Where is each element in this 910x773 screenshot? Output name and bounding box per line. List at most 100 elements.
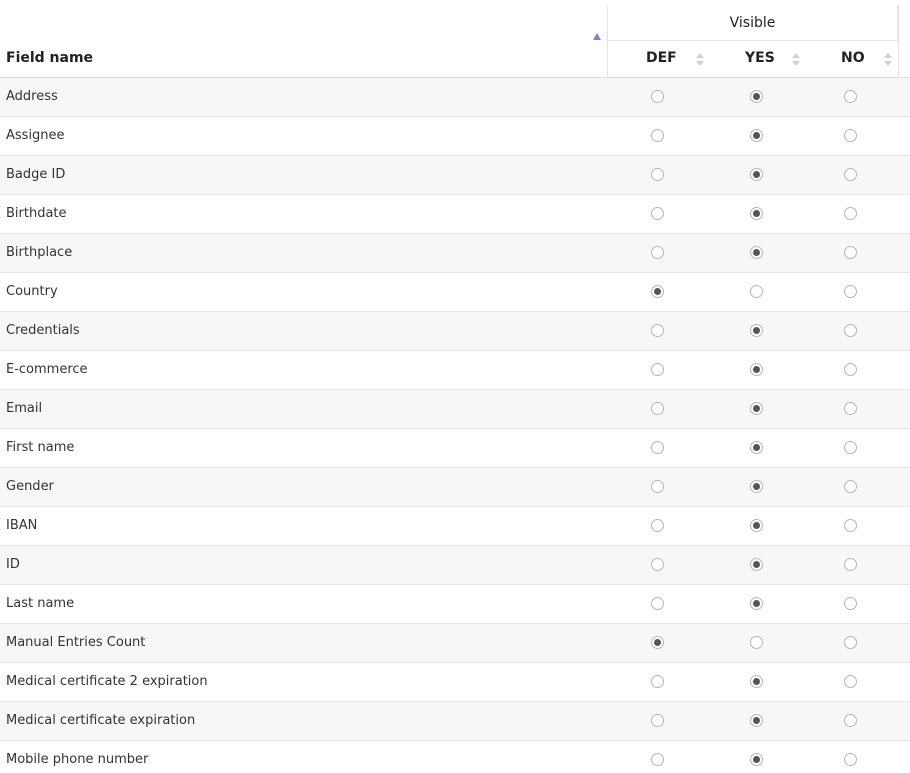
radio-no[interactable] bbox=[844, 285, 857, 298]
radio-def[interactable] bbox=[651, 714, 664, 727]
sort-icon[interactable] bbox=[884, 53, 892, 67]
radio-yes[interactable] bbox=[750, 636, 763, 649]
radio-no[interactable] bbox=[844, 558, 857, 571]
field-name-cell: IBAN bbox=[6, 518, 38, 533]
field-name-cell: Country bbox=[6, 284, 58, 299]
radio-yes[interactable] bbox=[750, 597, 763, 610]
table-row: Email bbox=[0, 390, 910, 429]
sort-icon[interactable] bbox=[792, 53, 800, 67]
column-header-no[interactable]: NO bbox=[841, 50, 865, 66]
radio-def[interactable] bbox=[651, 129, 664, 142]
radio-def[interactable] bbox=[651, 363, 664, 376]
radio-no[interactable] bbox=[844, 714, 857, 727]
visible-group-header: Visible bbox=[607, 5, 898, 41]
radio-def[interactable] bbox=[651, 402, 664, 415]
table-row: Mobile phone number bbox=[0, 741, 910, 773]
radio-no[interactable] bbox=[844, 441, 857, 454]
radio-no[interactable] bbox=[844, 246, 857, 259]
sort-icon[interactable] bbox=[696, 53, 704, 67]
radio-def[interactable] bbox=[651, 441, 664, 454]
table-row: E-commerce bbox=[0, 351, 910, 390]
table-body: Address Assignee Badge ID Birthdate Birthpla… bbox=[0, 78, 910, 773]
radio-no[interactable] bbox=[844, 480, 857, 493]
table-row: Medical certificate expiration bbox=[0, 702, 910, 741]
table-row: Badge ID bbox=[0, 156, 910, 195]
field-name-cell: Email bbox=[6, 401, 43, 416]
radio-yes[interactable] bbox=[750, 168, 763, 181]
radio-no[interactable] bbox=[844, 168, 857, 181]
radio-def[interactable] bbox=[651, 480, 664, 493]
field-name-cell: Address bbox=[6, 89, 58, 104]
table-row: Credentials bbox=[0, 312, 910, 351]
table-row: Manual Entries Count bbox=[0, 624, 910, 663]
radio-yes[interactable] bbox=[750, 363, 763, 376]
radio-no[interactable] bbox=[844, 207, 857, 220]
radio-yes[interactable] bbox=[750, 675, 763, 688]
radio-no[interactable] bbox=[844, 597, 857, 610]
sort-ascending-icon[interactable] bbox=[593, 33, 601, 40]
radio-no[interactable] bbox=[844, 90, 857, 103]
radio-def[interactable] bbox=[651, 675, 664, 688]
column-header-yes[interactable]: YES bbox=[745, 50, 775, 66]
table-row: Country bbox=[0, 273, 910, 312]
field-name-header[interactable]: Field name bbox=[6, 50, 93, 66]
radio-def[interactable] bbox=[651, 207, 664, 220]
field-name-cell: Assignee bbox=[6, 128, 65, 143]
field-name-cell: Birthdate bbox=[6, 206, 67, 221]
radio-no[interactable] bbox=[844, 519, 857, 532]
radio-yes[interactable] bbox=[750, 129, 763, 142]
radio-yes[interactable] bbox=[750, 753, 763, 766]
radio-yes[interactable] bbox=[750, 324, 763, 337]
field-name-cell: Badge ID bbox=[6, 167, 66, 182]
table-row: First name bbox=[0, 429, 910, 468]
radio-def[interactable] bbox=[651, 285, 664, 298]
radio-no[interactable] bbox=[844, 636, 857, 649]
field-name-cell: Medical certificate expiration bbox=[6, 713, 196, 728]
radio-yes[interactable] bbox=[750, 402, 763, 415]
radio-yes[interactable] bbox=[750, 285, 763, 298]
table-row: Assignee bbox=[0, 117, 910, 156]
radio-yes[interactable] bbox=[750, 207, 763, 220]
table-row: Birthplace bbox=[0, 234, 910, 273]
field-name-cell: Gender bbox=[6, 479, 54, 494]
radio-yes[interactable] bbox=[750, 441, 763, 454]
radio-no[interactable] bbox=[844, 402, 857, 415]
radio-def[interactable] bbox=[651, 519, 664, 532]
field-name-cell: First name bbox=[6, 440, 75, 455]
field-visibility-grid: Visible Field name DEF YES NO Address Ass… bbox=[0, 0, 910, 773]
radio-yes[interactable] bbox=[750, 519, 763, 532]
radio-yes[interactable] bbox=[750, 246, 763, 259]
radio-def[interactable] bbox=[651, 753, 664, 766]
table-row: Gender bbox=[0, 468, 910, 507]
radio-def[interactable] bbox=[651, 597, 664, 610]
radio-def[interactable] bbox=[651, 558, 664, 571]
table-row: Last name bbox=[0, 585, 910, 624]
radio-no[interactable] bbox=[844, 324, 857, 337]
column-header-def[interactable]: DEF bbox=[646, 50, 677, 66]
radio-def[interactable] bbox=[651, 168, 664, 181]
field-name-cell: Credentials bbox=[6, 323, 80, 338]
radio-def[interactable] bbox=[651, 636, 664, 649]
field-name-cell: Medical certificate 2 expiration bbox=[6, 674, 208, 689]
radio-no[interactable] bbox=[844, 753, 857, 766]
field-name-cell: ID bbox=[6, 557, 20, 572]
radio-def[interactable] bbox=[651, 324, 664, 337]
radio-no[interactable] bbox=[844, 675, 857, 688]
radio-def[interactable] bbox=[651, 246, 664, 259]
radio-def[interactable] bbox=[651, 90, 664, 103]
table-row: Medical certificate 2 expiration bbox=[0, 663, 910, 702]
radio-yes[interactable] bbox=[750, 90, 763, 103]
table-row: Birthdate bbox=[0, 195, 910, 234]
radio-no[interactable] bbox=[844, 363, 857, 376]
field-name-cell: Last name bbox=[6, 596, 75, 611]
field-name-cell: Birthplace bbox=[6, 245, 73, 260]
field-name-cell: Manual Entries Count bbox=[6, 635, 146, 650]
radio-yes[interactable] bbox=[750, 480, 763, 493]
radio-yes[interactable] bbox=[750, 558, 763, 571]
field-name-cell: E-commerce bbox=[6, 362, 88, 377]
radio-yes[interactable] bbox=[750, 714, 763, 727]
radio-no[interactable] bbox=[844, 129, 857, 142]
table-row: IBAN bbox=[0, 507, 910, 546]
field-name-cell: Mobile phone number bbox=[6, 752, 149, 767]
table-row: ID bbox=[0, 546, 910, 585]
